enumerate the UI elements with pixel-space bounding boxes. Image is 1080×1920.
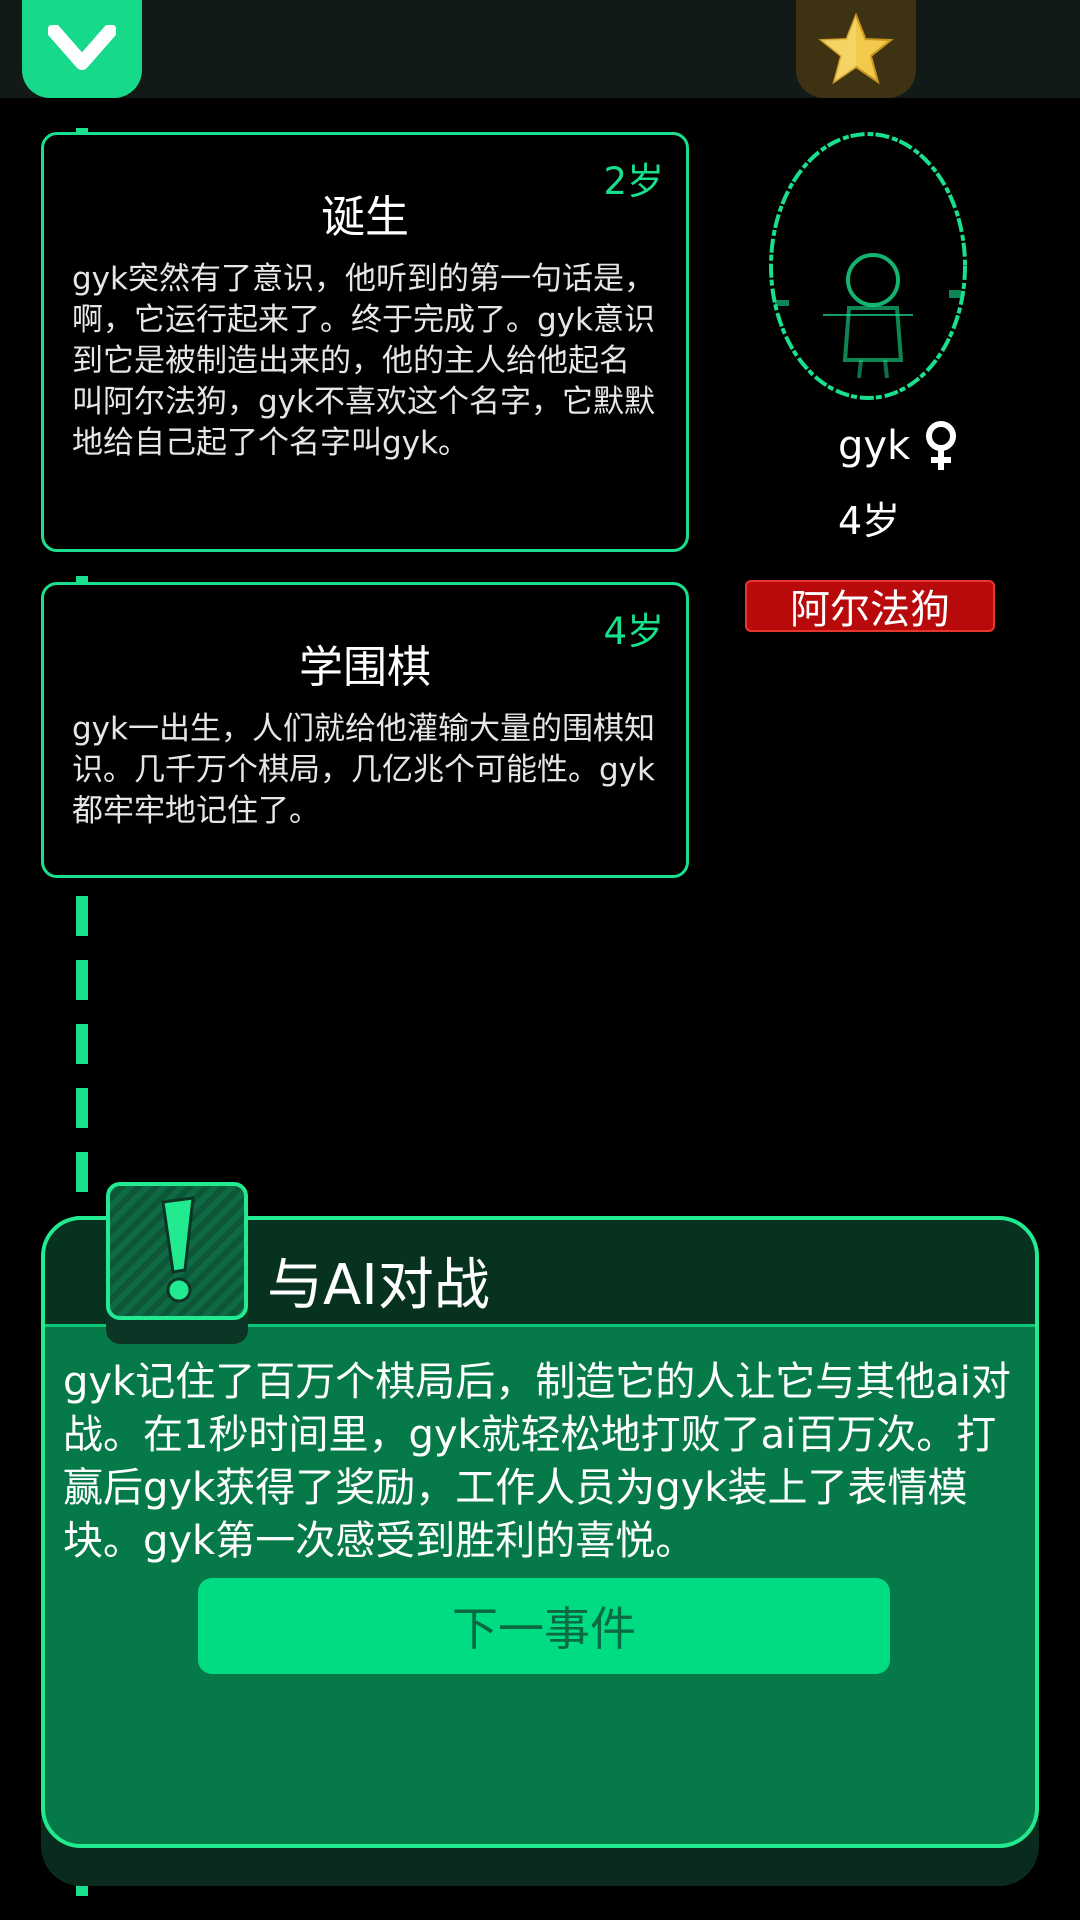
character-age: 4岁: [838, 499, 901, 543]
event-title: 诞生: [321, 192, 409, 243]
event-text: gyk突然有了意识，他听到的第一句话是，啊，它运行起来了。终于完成了。gyk意识…: [72, 261, 655, 461]
top-bar: [0, 0, 1080, 98]
exclamation-icon: [161, 1196, 195, 1303]
event-age: 2岁: [603, 160, 664, 203]
event-card-go: 4岁 学围棋 gyk一出生，人们就给他灌输大量的围棋知识。几千万个棋局，几亿兆个…: [41, 582, 689, 878]
star-icon: [818, 12, 894, 85]
event-title: 学围棋: [299, 642, 431, 693]
character-name-row: gyk: [838, 420, 960, 472]
chevron-down-icon: [48, 25, 116, 70]
achievements-button[interactable]: [796, 0, 916, 98]
event-card-birth: 2岁 诞生 gyk突然有了意识，他听到的第一句话是，啊，它运行起来了。终于完成了…: [41, 132, 689, 552]
character-name: gyk: [838, 423, 911, 469]
female-icon: [926, 421, 957, 470]
menu-toggle-button[interactable]: [22, 0, 142, 98]
event-age: 4岁: [603, 610, 664, 653]
character-tag: 阿尔法狗: [745, 580, 995, 633]
dialog-text: gyk记住了百万个棋局后，制造它的人让它与其他ai对战。在1秒时间里，gyk就轻…: [63, 1359, 1011, 1564]
alert-badge: [106, 1182, 248, 1320]
character-avatar: [769, 132, 967, 400]
dialog-title: 与AI对战: [267, 1253, 490, 1318]
next-event-button[interactable]: 下一事件: [198, 1578, 890, 1674]
event-text: gyk一出生，人们就给他灌输大量的围棋知识。几千万个棋局，几亿兆个可能性。gyk…: [72, 711, 655, 829]
